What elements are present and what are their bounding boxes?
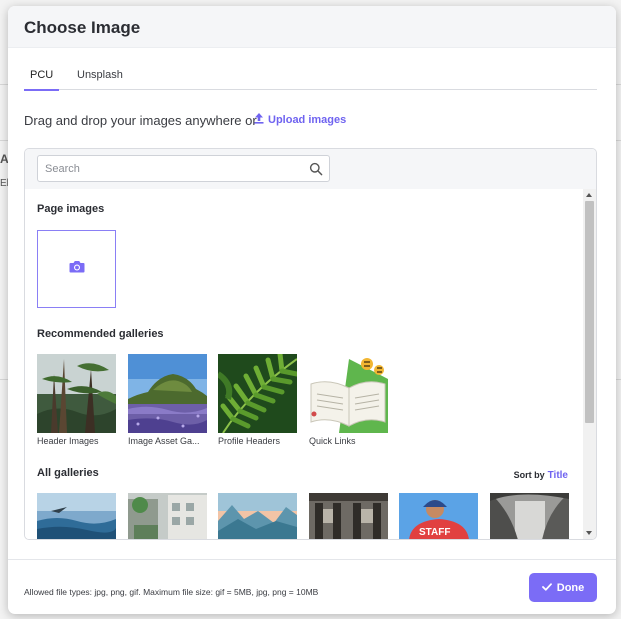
gallery-thumbnail-misty-trees xyxy=(490,493,569,539)
check-icon xyxy=(541,582,552,594)
gallery-scrollbar[interactable] xyxy=(583,189,596,539)
sort-by-title-button[interactable]: Title xyxy=(548,470,568,481)
gallery-label: Quick Links xyxy=(309,436,356,446)
recommended-galleries-heading: Recommended galleries xyxy=(37,328,164,340)
search-input[interactable] xyxy=(39,157,299,180)
gallery-card[interactable]: Header Images xyxy=(37,354,117,446)
gallery-thumbnail-building xyxy=(309,493,388,539)
gallery-card[interactable]: Profile Headers xyxy=(218,354,298,446)
search-area xyxy=(25,149,596,189)
scrollbar-thumb[interactable] xyxy=(585,201,594,423)
gallery-thumbnail-ocean xyxy=(37,493,116,539)
all-gallery-card[interactable] xyxy=(490,493,569,539)
modal-footer: Allowed file types: jpg, png, gif. Maxim… xyxy=(8,559,616,614)
done-button[interactable]: Done xyxy=(529,573,597,602)
allowed-file-types-text: Allowed file types: jpg, png, gif. Maxim… xyxy=(24,587,319,597)
tab-pcu-label: PCU xyxy=(30,69,54,81)
all-gallery-card[interactable] xyxy=(218,493,297,539)
gallery-card[interactable]: Quick Links xyxy=(309,354,389,446)
gallery-thumbnail-fern xyxy=(218,354,297,433)
gallery-label: Profile Headers xyxy=(218,436,281,446)
svg-text:STAFF: STAFF xyxy=(419,527,450,538)
scroll-down-arrow[interactable] xyxy=(586,531,592,535)
gallery-thumbnail-forest xyxy=(37,354,116,433)
all-gallery-card[interactable] xyxy=(37,493,116,539)
gallery-thumbnail-staff: STAFF xyxy=(399,493,478,539)
image-browser: Page images Recommended galleries xyxy=(24,148,597,540)
choose-image-modal: Choose Image PCU Unsplash Drag and drop … xyxy=(8,6,616,614)
scroll-up-arrow[interactable] xyxy=(586,193,592,197)
upload-images-label: Upload images xyxy=(268,114,347,126)
search-icon[interactable] xyxy=(309,162,323,176)
page-images-heading: Page images xyxy=(37,203,105,215)
gallery-thumbnail-lupine-hill xyxy=(128,354,207,433)
page-image-placeholder[interactable] xyxy=(37,230,116,308)
done-label: Done xyxy=(556,581,585,594)
gallery-card[interactable]: Image Asset Ga... xyxy=(128,354,208,446)
upload-icon xyxy=(254,113,264,127)
search-box xyxy=(37,155,330,182)
tab-pcu[interactable]: PCU xyxy=(24,69,59,91)
tab-unsplash[interactable]: Unsplash xyxy=(77,69,123,90)
all-gallery-card[interactable] xyxy=(309,493,388,539)
gallery-thumbnail-city xyxy=(128,493,207,539)
tab-unsplash-label: Unsplash xyxy=(77,69,123,81)
all-gallery-card[interactable] xyxy=(128,493,207,539)
all-gallery-card[interactable]: STAFF xyxy=(399,493,478,539)
sort-label: Sort by xyxy=(513,470,545,480)
gallery-label: Header Images xyxy=(37,436,99,446)
gallery-thumbnail-mountains xyxy=(218,493,297,539)
gallery-label: Image Asset Ga... xyxy=(128,436,200,446)
active-tab-indicator xyxy=(24,89,59,91)
gallery-content: Page images Recommended galleries Header… xyxy=(25,189,583,539)
camera-icon xyxy=(69,260,85,278)
modal-title: Choose Image xyxy=(24,18,141,37)
sort-control: Sort by Title xyxy=(514,470,568,481)
gallery-thumbnail-book xyxy=(309,354,388,433)
modal-header: Choose Image xyxy=(8,6,616,48)
tab-bar: PCU Unsplash xyxy=(24,66,597,91)
drag-drop-text: Drag and drop your images anywhere or xyxy=(24,113,257,128)
upload-images-link[interactable]: Upload images xyxy=(254,113,346,127)
all-galleries-heading: All galleries xyxy=(37,467,99,479)
